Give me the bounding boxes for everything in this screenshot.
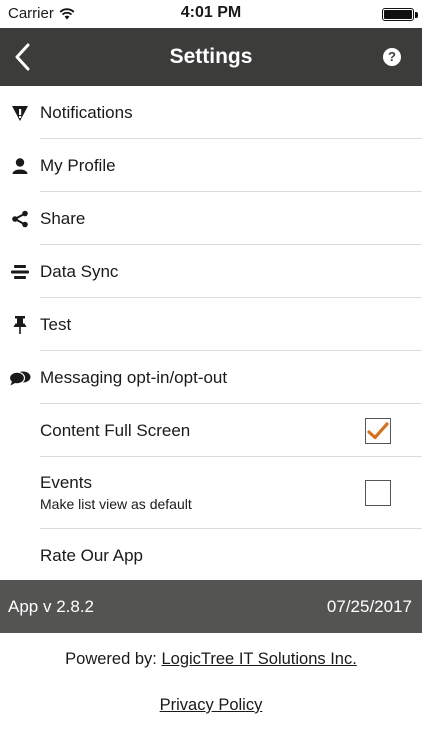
data-sync-icon bbox=[9, 245, 31, 298]
menu-item-my-profile[interactable]: My Profile bbox=[0, 139, 422, 192]
share-icon bbox=[9, 192, 31, 245]
settings-list: Notifications My Profile Share Data Sync… bbox=[0, 86, 422, 582]
menu-item-data-sync[interactable]: Data Sync bbox=[0, 245, 422, 298]
menu-item-events[interactable]: Events Make list view as default bbox=[0, 457, 422, 529]
pushpin-icon bbox=[9, 298, 31, 351]
menu-item-label: Share bbox=[40, 208, 86, 228]
menu-item-label: Content Full Screen bbox=[40, 420, 191, 440]
privacy-section: Privacy Policy bbox=[0, 696, 422, 715]
events-checkbox[interactable] bbox=[365, 480, 391, 506]
menu-item-label: Rate Our App bbox=[40, 545, 144, 565]
privacy-policy-link[interactable]: Privacy Policy bbox=[160, 696, 263, 714]
menu-item-messaging[interactable]: Messaging opt-in/opt-out bbox=[0, 351, 422, 404]
help-button[interactable]: ? bbox=[383, 48, 401, 66]
content-full-screen-checkbox[interactable] bbox=[365, 417, 391, 444]
company-link[interactable]: LogicTree IT Solutions Inc. bbox=[161, 650, 356, 668]
powered-by: Powered by: LogicTree IT Solutions Inc. bbox=[0, 650, 422, 669]
menu-item-sublabel: Make list view as default bbox=[40, 496, 192, 512]
menu-item-label: Messaging opt-in/opt-out bbox=[40, 367, 228, 387]
battery-icon bbox=[382, 8, 414, 21]
person-icon bbox=[9, 139, 31, 192]
menu-item-notifications[interactable]: Notifications bbox=[0, 86, 422, 139]
menu-item-share[interactable]: Share bbox=[0, 192, 422, 245]
menu-item-label: Events bbox=[40, 473, 92, 492]
menu-item-rate-our-app[interactable]: Rate Our App bbox=[0, 529, 422, 582]
release-date: 07/25/2017 bbox=[326, 597, 412, 616]
menu-item-label: My Profile bbox=[40, 155, 116, 175]
status-bar: Carrier 4:01 PM bbox=[0, 0, 422, 28]
powered-by-prefix: Powered by: bbox=[65, 650, 157, 668]
page-title: Settings bbox=[169, 45, 253, 68]
menu-item-label: Notifications bbox=[40, 102, 133, 122]
version-bar: App v 2.8.2 07/25/2017 bbox=[0, 580, 422, 633]
checkmark-icon bbox=[367, 421, 389, 439]
warning-shield-icon bbox=[9, 86, 31, 139]
menu-item-label: Data Sync bbox=[40, 261, 119, 281]
menu-item-label: Test bbox=[40, 314, 72, 334]
events-text: Events Make list view as default bbox=[40, 473, 192, 512]
clock: 4:01 PM bbox=[180, 4, 242, 21]
menu-item-content-full-screen[interactable]: Content Full Screen bbox=[0, 404, 422, 457]
navigation-bar: Settings ? bbox=[0, 28, 422, 86]
app-version: App v 2.8.2 bbox=[8, 597, 95, 616]
chat-bubbles-icon bbox=[9, 351, 31, 404]
menu-item-test[interactable]: Test bbox=[0, 298, 422, 351]
battery-tip bbox=[415, 12, 418, 18]
